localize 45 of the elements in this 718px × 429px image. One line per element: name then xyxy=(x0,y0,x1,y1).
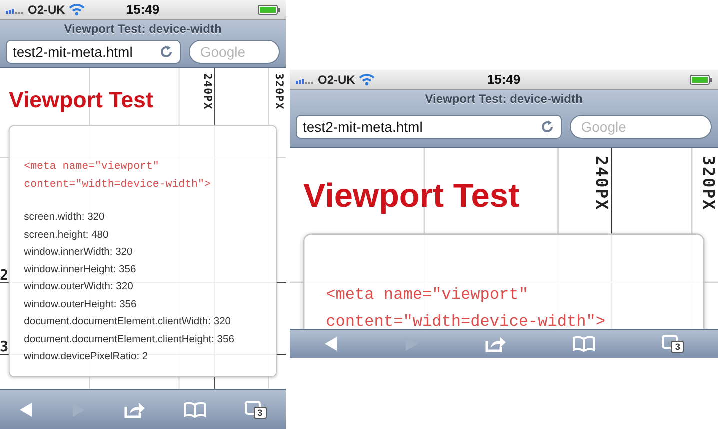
property-line: screen.height: 480 xyxy=(24,228,110,242)
ruler-label: 320PX xyxy=(699,156,718,212)
code-line: content="width=device-width"> xyxy=(24,176,212,192)
code-line: <meta name="viewport" xyxy=(326,284,530,307)
clock-time: 15:49 xyxy=(126,2,160,17)
share-button[interactable] xyxy=(484,335,507,353)
carrier-name: O2-UK xyxy=(318,72,356,86)
page-title: Viewport Test: device-width xyxy=(63,21,223,37)
address-field[interactable]: test2-mit-meta.html xyxy=(296,115,562,139)
reload-icon[interactable] xyxy=(160,45,174,59)
ruler-label: 2 xyxy=(0,266,10,284)
page-title: Viewport Test: device-width xyxy=(424,91,584,107)
wifi-icon xyxy=(69,4,86,16)
property-line: window.outerWidth: 320 xyxy=(24,280,134,294)
tabs-button[interactable]: 3 xyxy=(244,400,268,420)
bookmarks-button[interactable] xyxy=(572,336,596,352)
property-line: window.devicePixelRatio: 2 xyxy=(24,350,150,364)
tabs-button[interactable]: 3 xyxy=(661,334,686,354)
battery-icon xyxy=(690,74,712,84)
page-heading: Viewport Test xyxy=(303,177,520,216)
search-field[interactable]: Google xyxy=(570,115,712,139)
ruler-label: 320PX xyxy=(274,73,286,110)
code-line: content="width=device-width"> xyxy=(326,310,607,329)
wifi-icon xyxy=(359,74,376,86)
share-button[interactable] xyxy=(124,400,146,418)
clock-time: 15:49 xyxy=(487,72,521,87)
property-line: document.documentElement.clientHeight: 356 xyxy=(24,332,236,347)
property-line: screen.width: 320 xyxy=(24,210,106,225)
property-line: window.outerHeight: 356 xyxy=(24,298,138,312)
bookmarks-button[interactable] xyxy=(182,402,207,418)
ruler-label: 240PX xyxy=(592,156,612,212)
reload-icon[interactable] xyxy=(541,120,556,134)
page-heading: Viewport Test xyxy=(8,88,154,114)
search-field[interactable]: Google xyxy=(189,40,280,64)
back-button[interactable] xyxy=(18,402,34,418)
property-line: window.innerHeight: 356 xyxy=(24,263,138,277)
carrier-name: O2-UK xyxy=(28,2,66,16)
property-line: window.innerWidth: 320 xyxy=(24,246,134,260)
ruler-label: 3 xyxy=(0,338,10,355)
code-line: <meta name="viewport" xyxy=(24,159,160,175)
battery-icon xyxy=(258,4,280,14)
back-button[interactable] xyxy=(322,336,339,352)
property-line: document.documentElement.clientWidth: 320 xyxy=(24,316,232,330)
address-field[interactable]: test2-mit-meta.html xyxy=(6,40,182,64)
ruler-label: 240PX xyxy=(202,73,215,110)
